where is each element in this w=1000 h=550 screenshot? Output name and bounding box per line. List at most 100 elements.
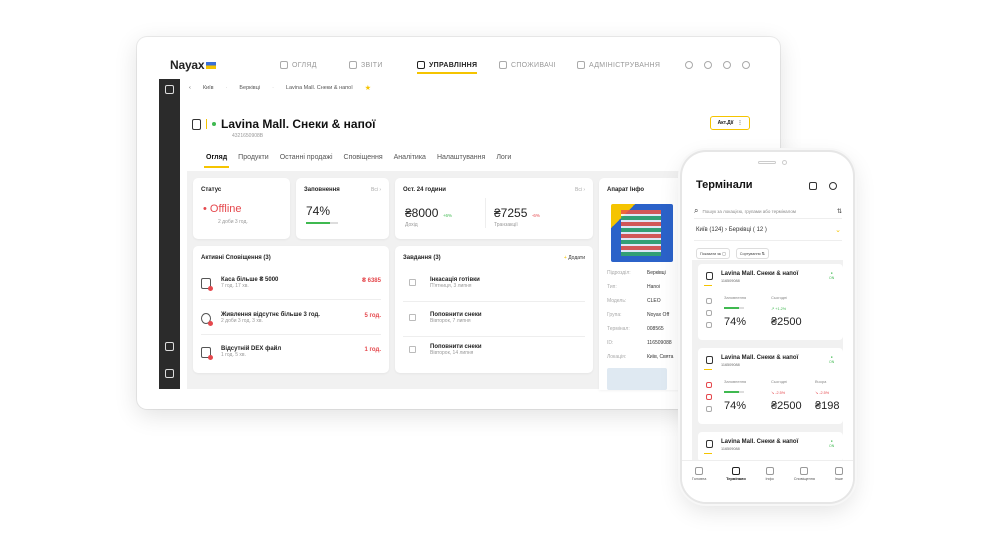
top-icons [685, 61, 750, 69]
search-icon[interactable] [685, 61, 693, 69]
tab-terminals[interactable]: Термінали [726, 467, 746, 502]
tab-overview[interactable]: Огляд [203, 154, 230, 168]
tab-logs[interactable]: Логи [496, 154, 511, 161]
vending-icon [706, 356, 713, 364]
breadcrumb-item[interactable]: Київ [203, 85, 214, 91]
alert-item[interactable]: Каса більше ₴ 5000 7 год. 17 хв. ₴ 6385 [201, 277, 381, 291]
user-icon[interactable] [723, 61, 731, 69]
terminal-card[interactable]: Lavina Mall. Снеки & напої 116509088 ● ON… [698, 348, 843, 424]
terminal-card[interactable]: Lavina Mall. Снеки & напої 116509088 ● ON [698, 432, 843, 462]
scan-icon[interactable] [809, 182, 817, 190]
settings-icon [577, 61, 585, 69]
actions-button[interactable]: Акт.Дії ⋮ [710, 116, 750, 130]
nayax-logo[interactable]: Nayax [170, 58, 217, 72]
alert-item[interactable]: Відсутній DEX файл 1 год. 5 хв. 1 год. [201, 346, 381, 360]
sort-chip[interactable]: Сортування ⇅ [735, 248, 769, 259]
chevron-down-icon: ⌄ [835, 227, 841, 234]
search-placeholder: Пошук за локацією, групами або термінало… [702, 208, 796, 214]
info-row: Тип: Hanoi [607, 284, 661, 290]
tx-delta: -6% [531, 213, 540, 218]
nav-overview[interactable]: ОГЛЯД [280, 61, 317, 69]
search-icon: ⌕ [694, 206, 699, 215]
tab-notifications[interactable]: Сповіщення [344, 154, 383, 161]
tab-alerts[interactable]: Сповіщення [794, 467, 815, 502]
card-title: Заповнення [304, 187, 340, 193]
phone-tabbar: Головна Термінали Інфо Сповіщення Інше [682, 460, 853, 502]
location-selector[interactable]: Київ (124) › Берківці ( 12 ) ⌄ [696, 227, 841, 234]
tab-products[interactable]: Продукти [238, 154, 269, 161]
signal-icon [706, 310, 712, 316]
last24-filter[interactable]: Всі › [575, 187, 585, 193]
nav-reports[interactable]: ЗВІТИ [349, 61, 383, 69]
nav-management[interactable]: УПРАВЛІННЯ [417, 61, 478, 74]
home-icon [695, 467, 704, 475]
tab-analytics[interactable]: Аналітика [394, 154, 426, 161]
task-item[interactable]: Поповнити снеки Вівторок, 14 липня [409, 344, 482, 356]
tab-info[interactable]: Інфо [766, 467, 774, 502]
profile-icon[interactable] [829, 182, 837, 190]
status-value: • Offline [203, 203, 242, 215]
breadcrumb-item: Lavina Mall. Снеки & напої [285, 85, 353, 91]
view-chip[interactable]: Показати як ▢ [696, 248, 730, 259]
task-item[interactable]: Поповнити снеки Вівторок, 7 липня [409, 312, 482, 324]
phone-search[interactable]: ⌕ Пошук за локацією, групами або терміна… [694, 206, 842, 216]
tab-bar: Огляд Продукти Останні продажі Сповіщенн… [203, 154, 511, 168]
nav-administration[interactable]: АДМІНІСТРУВАННЯ [577, 61, 660, 69]
alert-item[interactable]: Живлення відсутнє більше 3 год. 2 доби 3 … [201, 312, 381, 326]
task-item[interactable]: Інкасація готівки П'ятниця, 3 липня [409, 277, 480, 289]
status-dot [212, 122, 216, 126]
map-thumbnail[interactable] [607, 368, 667, 390]
task-checkbox[interactable] [409, 279, 416, 286]
terminal-list: Lavina Mall. Снеки & напої 116509088 ● ON… [692, 260, 843, 462]
bookmark-icon[interactable] [165, 369, 174, 378]
consumer-icon [499, 61, 507, 69]
nav-consumers[interactable]: СПОЖИВАЧІ [499, 61, 556, 69]
bell-icon[interactable] [704, 61, 712, 69]
tab-settings[interactable]: Налаштування [437, 154, 485, 161]
card-title: Апарат Інфо [607, 187, 645, 193]
info-row: Термінал: 008565 [607, 326, 664, 332]
task-checkbox[interactable] [409, 346, 416, 353]
fill-filter[interactable]: Всі › [371, 187, 381, 193]
tab-home[interactable]: Головна [692, 467, 706, 502]
card-title: Статус [201, 187, 222, 193]
phone-chips: Показати як ▢ Сортування ⇅ [696, 248, 769, 259]
vending-icon [706, 440, 713, 448]
dashboard-area: Статус • Offline 2 доби 3 год. Заповненн… [187, 171, 760, 390]
filter-icon[interactable]: ⇅ [837, 208, 842, 215]
info-icon [765, 467, 774, 475]
info-row: Локація: Київ, Свята [607, 354, 674, 360]
status-card: Статус • Offline 2 доби 3 год. [193, 178, 290, 239]
device-icon [417, 61, 425, 69]
book-icon[interactable] [165, 342, 174, 351]
tx-block: ₴7255 -6% Транзакції [494, 204, 540, 228]
machine-id: 4321650908В [232, 133, 264, 139]
gear-icon[interactable] [742, 61, 750, 69]
add-task-button[interactable]: + Додати [564, 255, 585, 261]
back-icon[interactable]: ‹ [189, 85, 191, 91]
menu-icon [834, 467, 843, 475]
report-icon [349, 61, 357, 69]
sidebar [159, 79, 180, 389]
hierarchy-icon[interactable] [165, 85, 174, 94]
task-checkbox[interactable] [409, 314, 416, 321]
info-row: Підрозділ: Берківці [607, 270, 666, 276]
fill-card: Заповнення Всі › 74% [296, 178, 389, 239]
bell-icon [800, 467, 809, 475]
card-title: Активні Сповіщення (3) [201, 255, 271, 261]
temperature-icon [706, 406, 712, 412]
breadcrumb-item[interactable]: Берківці [239, 85, 260, 91]
phone-camera [782, 160, 787, 165]
income-delta: +6% [442, 213, 452, 218]
tx-value: ₴7255 [494, 206, 528, 220]
fill-value: 74% [306, 204, 331, 218]
online-status: ● ON [829, 439, 835, 448]
star-icon[interactable]: ★ [365, 84, 371, 92]
temperature-icon [706, 322, 712, 328]
income-value: ₴8000 [405, 206, 439, 220]
tab-recent-sales[interactable]: Останні продажі [280, 154, 333, 161]
phone-page-title: Термінали [696, 179, 753, 191]
online-status: ● ON [829, 271, 835, 280]
terminal-card[interactable]: Lavina Mall. Снеки & напої 116509088 ● ON… [698, 264, 843, 340]
tab-more[interactable]: Інше [835, 467, 843, 502]
